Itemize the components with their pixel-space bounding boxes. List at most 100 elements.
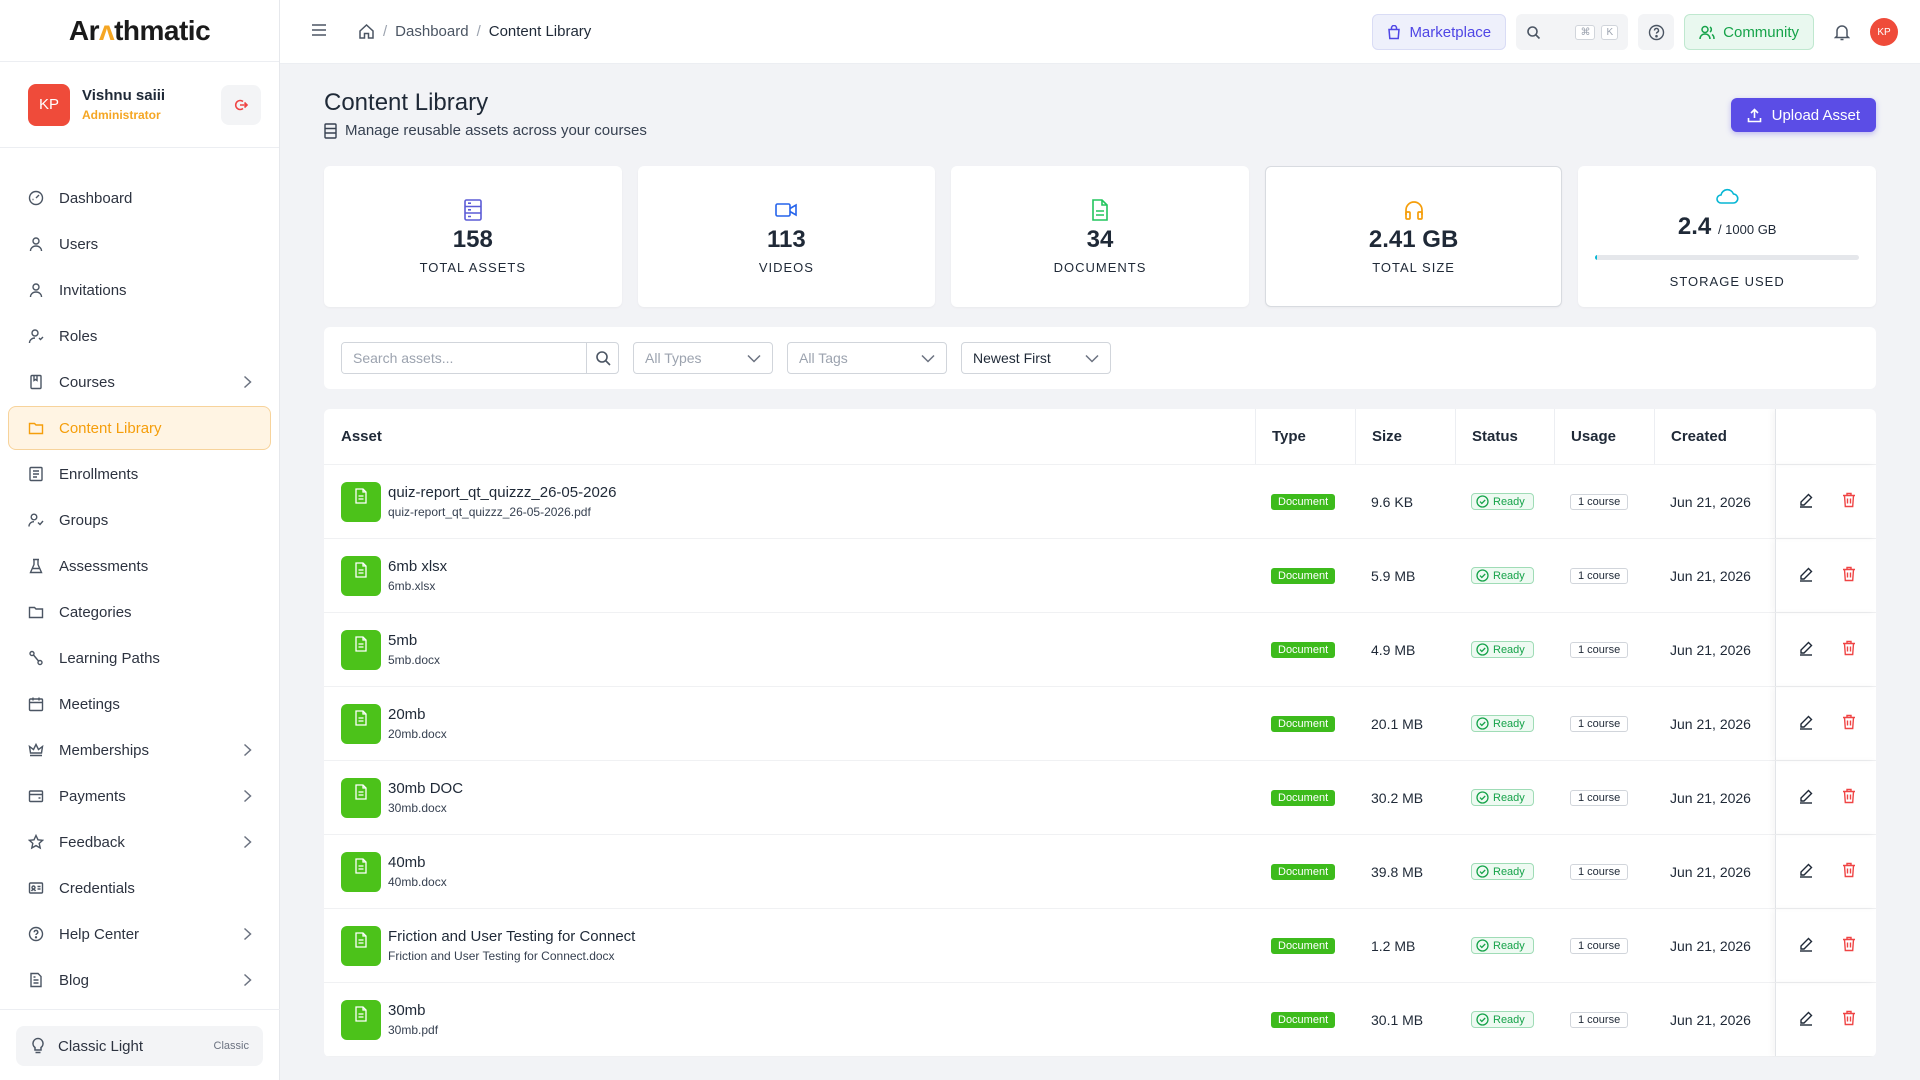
sidebar-item-courses[interactable]: Courses <box>8 360 271 404</box>
marketplace-button[interactable]: Marketplace <box>1372 14 1507 50</box>
asset-filename: 20mb.docx <box>388 727 447 741</box>
sidebar-item-label: Help Center <box>59 925 140 943</box>
asset-name[interactable]: 20mb <box>388 706 447 723</box>
breadcrumb: / Dashboard / Content Library <box>358 23 591 40</box>
sidebar-item-meetings[interactable]: Meetings <box>8 682 271 726</box>
sidebar-item-enrollments[interactable]: Enrollments <box>8 452 271 496</box>
table-row[interactable]: Friction and User Testing for Connect Fri… <box>324 909 1876 983</box>
table-row[interactable]: 40mb 40mb.docx Document 39.8 MB Ready 1 cours… <box>324 835 1876 909</box>
folder-icon <box>27 419 45 437</box>
table-row[interactable]: 30mb DOC 30mb.docx Document 30.2 MB Ready 1 c… <box>324 761 1876 835</box>
sort-select[interactable]: Newest First <box>961 342 1111 374</box>
sidebar-item-label: Memberships <box>59 741 150 759</box>
chevron-right-icon <box>243 375 252 389</box>
table-row[interactable]: 6mb xlsx 6mb.xlsx Document 5.9 MB Ready 1 cou… <box>324 539 1876 613</box>
usage-badge: 1 course <box>1570 1011 1629 1028</box>
delete-button[interactable] <box>1842 936 1856 955</box>
delete-button[interactable] <box>1842 788 1856 807</box>
sidebar-item-label: Dashboard <box>59 189 133 207</box>
table-row[interactable]: quiz-report_qt_quizzz_26-05-2026 quiz-rep… <box>324 465 1876 539</box>
type-filter-select[interactable]: All Types <box>633 342 773 374</box>
sidebar-item-memberships[interactable]: Memberships <box>8 728 271 772</box>
asset-name[interactable]: 30mb <box>388 1002 438 1019</box>
sidebar-item-feedback[interactable]: Feedback <box>8 820 271 864</box>
usage-badge: 1 course <box>1570 789 1629 806</box>
user-avatar[interactable]: KP <box>1870 18 1898 46</box>
chevron-down-icon <box>1085 354 1099 363</box>
edit-button[interactable] <box>1798 566 1814 585</box>
home-icon[interactable] <box>358 23 375 40</box>
asset-name[interactable]: Friction and User Testing for Connect <box>388 928 635 945</box>
community-button[interactable]: Community <box>1684 14 1814 50</box>
avatar[interactable]: KP <box>28 83 70 126</box>
sidebar-item-content-library[interactable]: Content Library <box>8 406 271 450</box>
delete-button[interactable] <box>1842 492 1856 511</box>
table-row[interactable]: 20mb 20mb.docx Document 20.1 MB Ready 1 cours… <box>324 687 1876 761</box>
user-card: KP Vishnu saiii Administrator <box>0 62 279 148</box>
upload-asset-button[interactable]: Upload Asset <box>1730 98 1876 132</box>
logout-button[interactable] <box>221 84 261 125</box>
pencil-icon <box>1800 715 1813 730</box>
sidebar-item-assessments[interactable]: Assessments <box>8 544 271 588</box>
asset-name[interactable]: quiz-report_qt_quizzz_26-05-2026 <box>388 484 616 501</box>
sidebar-item-payments[interactable]: Payments <box>8 774 271 818</box>
theme-switcher[interactable]: Classic Light Classic <box>16 1026 263 1066</box>
edit-button[interactable] <box>1798 862 1814 881</box>
header-status[interactable]: Status <box>1455 409 1554 464</box>
user-icon <box>27 281 45 299</box>
asset-name[interactable]: 6mb xlsx <box>388 558 447 575</box>
search-submit-button[interactable] <box>586 343 618 373</box>
asset-name[interactable]: 5mb <box>388 632 440 649</box>
sidebar-item-blog[interactable]: Blog <box>8 958 271 1002</box>
menu-toggle-button[interactable] <box>310 21 332 43</box>
notifications-button[interactable] <box>1824 14 1860 50</box>
edit-button[interactable] <box>1798 936 1814 955</box>
doc-icon <box>27 971 45 989</box>
header-size[interactable]: Size <box>1355 409 1455 464</box>
help-icon <box>27 925 45 943</box>
delete-button[interactable] <box>1842 640 1856 659</box>
sidebar-item-roles[interactable]: Roles <box>8 314 271 358</box>
help-button[interactable] <box>1638 14 1675 50</box>
delete-button[interactable] <box>1842 566 1856 585</box>
sidebar-item-groups[interactable]: Groups <box>8 498 271 542</box>
chevron-right-icon <box>243 973 252 987</box>
chevron-down-icon <box>747 354 761 363</box>
edit-button[interactable] <box>1798 788 1814 807</box>
edit-button[interactable] <box>1798 714 1814 733</box>
edit-button[interactable] <box>1798 640 1814 659</box>
sidebar-item-dashboard[interactable]: Dashboard <box>8 176 271 220</box>
table-row[interactable]: 30mb 30mb.pdf Document 30.1 MB Ready 1 course… <box>324 983 1876 1057</box>
global-search-button[interactable]: ⌘ K <box>1516 14 1629 50</box>
check-circle-icon <box>1476 791 1489 804</box>
file-icon <box>341 703 381 744</box>
edit-button[interactable] <box>1798 1010 1814 1029</box>
asset-name[interactable]: 40mb <box>388 854 447 871</box>
sidebar-item-learning-paths[interactable]: Learning Paths <box>8 636 271 680</box>
tags-filter-select[interactable]: All Tags <box>787 342 947 374</box>
sidebar-item-invitations[interactable]: Invitations <box>8 268 271 312</box>
header-created[interactable]: Created <box>1654 409 1775 464</box>
header-type[interactable]: Type <box>1255 409 1355 464</box>
stat-label: TOTAL ASSETS <box>419 260 526 275</box>
breadcrumb-dashboard[interactable]: Dashboard <box>395 23 468 40</box>
sidebar-item-users[interactable]: Users <box>8 222 271 266</box>
delete-button[interactable] <box>1842 714 1856 733</box>
asset-size: 39.8 MB <box>1371 863 1424 880</box>
search-input[interactable] <box>342 343 586 373</box>
table-row[interactable]: 5mb 5mb.docx Document 4.9 MB Ready 1 course Ju… <box>324 613 1876 687</box>
asset-name[interactable]: 30mb DOC <box>388 780 463 797</box>
user-name: Vishnu saiii <box>82 87 166 104</box>
delete-button[interactable] <box>1842 862 1856 881</box>
sidebar-item-credentials[interactable]: Credentials <box>8 866 271 910</box>
app-logo[interactable]: Ar ʌ thmatic <box>0 0 279 62</box>
wallet-icon <box>27 787 45 805</box>
delete-button[interactable] <box>1842 1010 1856 1029</box>
sidebar-item-categories[interactable]: Categories <box>8 590 271 634</box>
storage-progress-bar <box>1595 254 1860 260</box>
header-asset[interactable]: Asset <box>324 409 1255 464</box>
created-date: Jun 21, 2026 <box>1670 937 1751 954</box>
edit-button[interactable] <box>1798 492 1814 511</box>
sidebar-item-help-center[interactable]: Help Center <box>8 912 271 956</box>
header-usage[interactable]: Usage <box>1554 409 1654 464</box>
